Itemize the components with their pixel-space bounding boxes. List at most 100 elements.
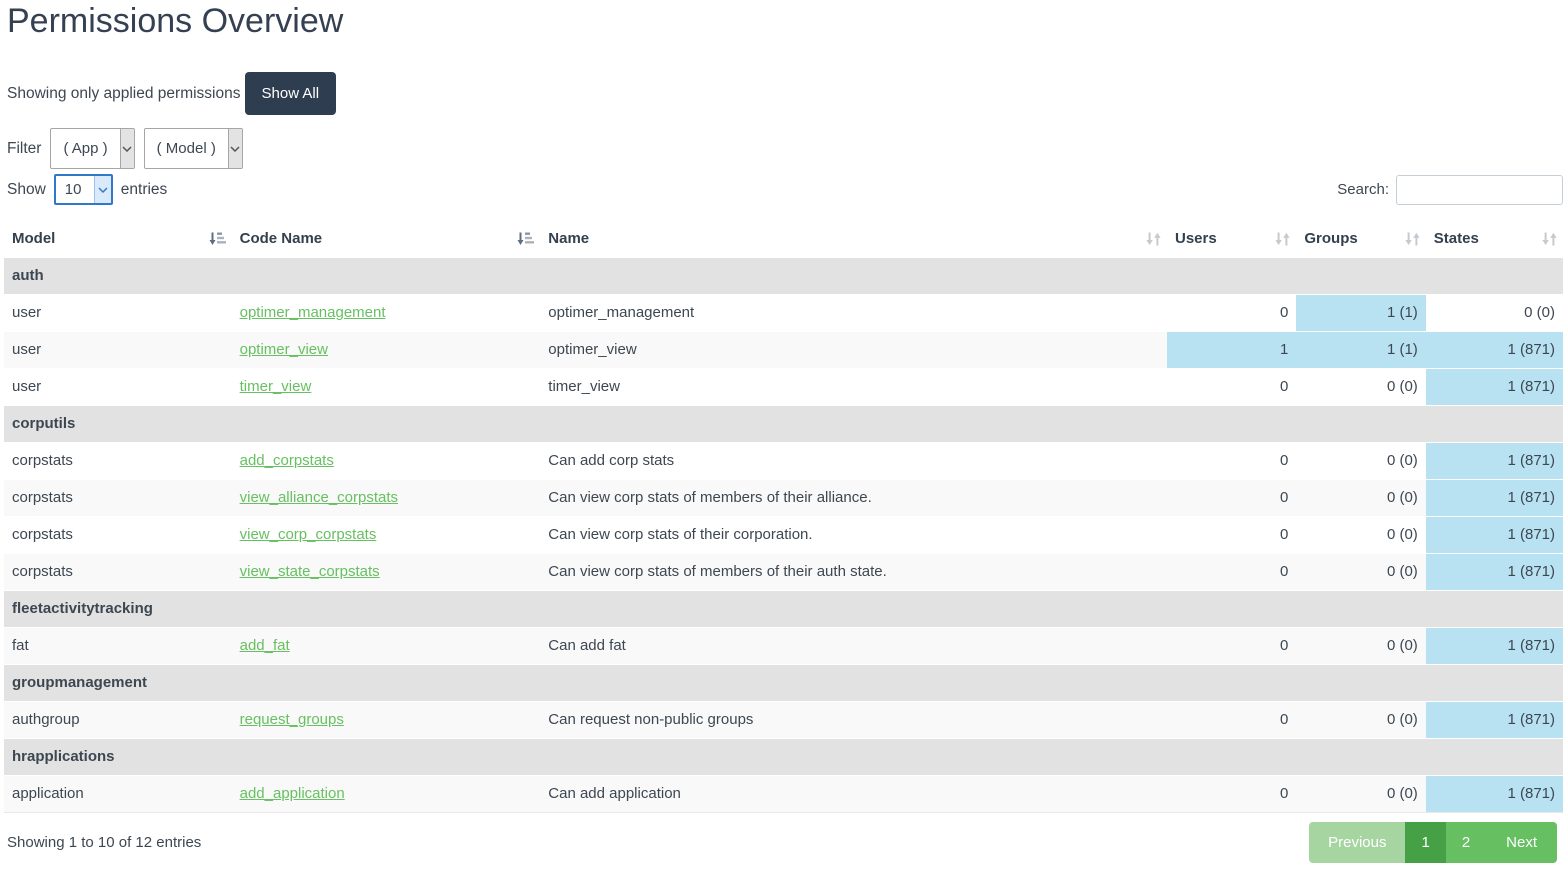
column-label: Name — [548, 230, 589, 247]
page-length-value: 10 — [56, 176, 94, 203]
table-row: application add_application Can add applic… — [4, 776, 1563, 813]
permission-link[interactable]: view_alliance_corpstats — [240, 489, 398, 506]
code-name-cell: view_state_corpstats — [232, 554, 541, 591]
name-cell: Can view corp stats of their corporation… — [540, 517, 1167, 554]
table-row: authgroup request_groups Can request non-p… — [4, 702, 1563, 739]
users-cell: 1 — [1167, 332, 1296, 369]
show-label: Show — [7, 181, 46, 199]
chevron-down-icon — [120, 129, 134, 168]
sort-both-icon — [1542, 231, 1557, 246]
table-header-row: Model Code Name Name Users Groups States — [4, 220, 1563, 258]
entries-label: entries — [121, 181, 168, 199]
model-cell: user — [4, 332, 232, 369]
users-cell: 0 — [1167, 628, 1296, 665]
groups-cell: 0 (0) — [1296, 776, 1425, 813]
sort-both-icon — [1405, 231, 1420, 246]
column-header-groups[interactable]: Groups — [1296, 220, 1425, 258]
users-cell: 0 — [1167, 702, 1296, 739]
filter-label: Filter — [7, 140, 41, 158]
name-cell: Can request non-public groups — [540, 702, 1167, 739]
code-name-cell: optimer_management — [232, 295, 541, 332]
permission-link[interactable]: view_corp_corpstats — [240, 526, 377, 543]
group-header-row-corputils: corputils — [4, 406, 1563, 443]
permission-link[interactable]: optimer_view — [240, 341, 328, 358]
chevron-down-icon — [94, 176, 111, 203]
column-header-code-name[interactable]: Code Name — [232, 220, 541, 258]
table-footer-row: Showing 1 to 10 of 12 entries Previous12… — [7, 822, 1563, 863]
code-name-cell: request_groups — [232, 702, 541, 739]
permissions-overview-page: Permissions Overview Showing only applie… — [0, 2, 1567, 863]
users-cell: 0 — [1167, 480, 1296, 517]
pagination-previous[interactable]: Previous — [1309, 822, 1405, 863]
column-header-name[interactable]: Name — [540, 220, 1167, 258]
table-row: fatadd_fatCan add fat00 (0)1 (871) — [4, 628, 1563, 665]
column-header-model[interactable]: Model — [4, 220, 232, 258]
search-input[interactable] — [1396, 175, 1563, 205]
states-cell: 1 (871) — [1426, 628, 1563, 665]
pagination-page-1[interactable]: 1 — [1405, 822, 1445, 863]
chevron-down-icon — [228, 129, 242, 168]
code-name-cell: view_alliance_corpstats — [232, 480, 541, 517]
table-row: useroptimer_managementoptimer_management… — [4, 295, 1563, 332]
app-filter-select[interactable]: ( App ) — [50, 128, 134, 169]
permission-link[interactable]: add_fat — [240, 637, 290, 654]
states-cell: 1 (871) — [1426, 369, 1563, 406]
model-cell: fat — [4, 628, 232, 665]
code-name-cell: view_corp_corpstats — [232, 517, 541, 554]
page-length-select[interactable]: 10 — [54, 174, 113, 205]
permission-link[interactable]: optimer_management — [240, 304, 386, 321]
sort-desc-icon — [209, 231, 226, 246]
groups-cell: 0 (0) — [1296, 443, 1425, 480]
permission-link[interactable]: view_state_corpstats — [240, 563, 380, 580]
group-header-cell: corputils — [4, 406, 1563, 443]
entries-info-text: Showing 1 to 10 of 12 entries — [7, 834, 201, 851]
table-row: corpstatsadd_corpstatsCan add corp stats… — [4, 443, 1563, 480]
code-name-cell: optimer_view — [232, 332, 541, 369]
pagination-next[interactable]: Next — [1486, 822, 1557, 863]
name-cell: Can view corp stats of members of their … — [540, 480, 1167, 517]
name-cell: Can add application — [540, 776, 1167, 813]
table-row: useroptimer_viewoptimer_view11 (1)1 (871… — [4, 332, 1563, 369]
model-cell: authgroup — [4, 702, 232, 739]
groups-cell: 0 (0) — [1296, 628, 1425, 665]
states-cell: 0 (0) — [1426, 295, 1563, 332]
group-header-row-fleetactivitytracking: fleetactivitytracking — [4, 591, 1563, 628]
table-controls-row: Show 10 entries Search: — [7, 174, 1563, 205]
name-cell: Can add corp stats — [540, 443, 1167, 480]
model-cell: user — [4, 369, 232, 406]
group-header-row-auth: auth — [4, 258, 1563, 295]
table-row: usertimer_viewtimer_view00 (0)1 (871) — [4, 369, 1563, 406]
states-cell: 1 (871) — [1426, 554, 1563, 591]
permission-link[interactable]: add_corpstats — [240, 452, 334, 469]
sort-both-icon — [1275, 231, 1290, 246]
pagination-page-2[interactable]: 2 — [1446, 822, 1486, 863]
show-all-button[interactable]: Show All — [245, 72, 337, 115]
column-label: Groups — [1304, 230, 1357, 247]
applied-permissions-note: Showing only applied permissions — [7, 85, 241, 103]
groups-cell: 0 (0) — [1296, 517, 1425, 554]
code-name-cell: add_fat — [232, 628, 541, 665]
sort-desc-icon — [517, 231, 534, 246]
search-label: Search: — [1337, 181, 1389, 198]
permissions-table: Model Code Name Name Users Groups States auth… — [4, 220, 1563, 813]
name-cell: timer_view — [540, 369, 1167, 406]
table-row: corpstatsview_corp_corpstatsCan view cor… — [4, 517, 1563, 554]
filter-row: Filter ( App ) ( Model ) — [7, 128, 1563, 169]
permission-link[interactable]: timer_view — [240, 378, 312, 395]
states-cell: 1 (871) — [1426, 776, 1563, 813]
model-filter-value: ( Model ) — [145, 129, 228, 168]
group-header-cell: auth — [4, 258, 1563, 295]
group-header-cell: groupmanagement — [4, 665, 1563, 702]
column-header-states[interactable]: States — [1426, 220, 1563, 258]
column-header-users[interactable]: Users — [1167, 220, 1296, 258]
states-cell: 1 (871) — [1426, 332, 1563, 369]
permission-link[interactable]: add_application — [240, 785, 345, 802]
column-label: Model — [12, 230, 55, 247]
code-name-cell: timer_view — [232, 369, 541, 406]
model-filter-select[interactable]: ( Model ) — [144, 128, 243, 169]
name-cell: Can view corp stats of members of their … — [540, 554, 1167, 591]
permission-link[interactable]: request_groups — [240, 711, 344, 728]
model-cell: user — [4, 295, 232, 332]
group-header-row-groupmanagement: groupmanagement — [4, 665, 1563, 702]
model-cell: application — [4, 776, 232, 813]
